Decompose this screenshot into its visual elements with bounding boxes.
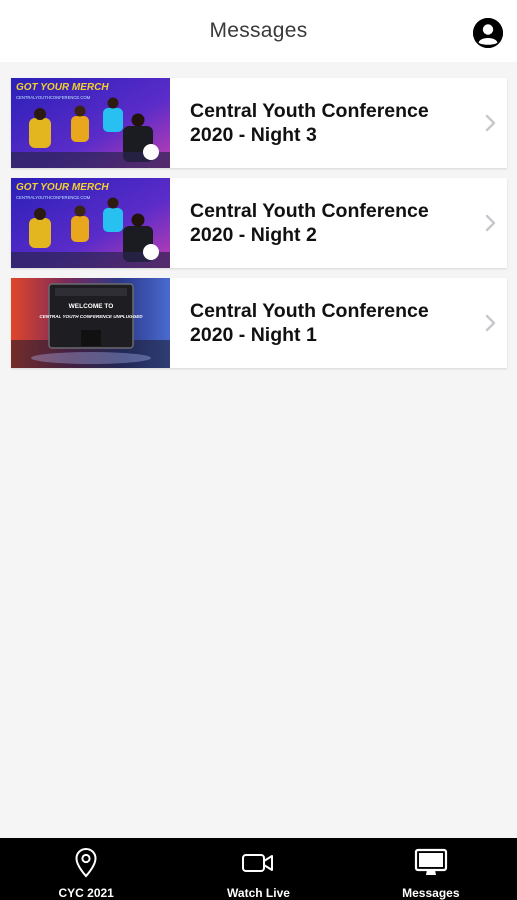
top-bar: Messages <box>0 0 517 62</box>
tab-cyc-2021[interactable]: CYC 2021 <box>0 838 172 900</box>
message-title-line2: 2020 - Night 2 <box>190 224 317 246</box>
message-item-night-3[interactable]: GOT YOUR MERCH CENTRALYOUTHCONFERENCE.CO… <box>11 78 507 168</box>
message-item-night-2[interactable]: GOT YOUR MERCH CENTRALYOUTHCONFERENCE.CO… <box>11 178 507 268</box>
bottom-tab-bar: CYC 2021 Watch Live Messages <box>0 838 517 900</box>
thumb-welcome-sub: CENTRAL YOUTH CONFERENCE UNPLUGGED <box>39 314 143 319</box>
tab-messages[interactable]: Messages <box>345 838 517 900</box>
message-item-night-1[interactable]: WELCOME TO CENTRAL YOUTH CONFERENCE UNPL… <box>11 278 507 368</box>
chevron-right-icon <box>475 314 507 332</box>
user-circle-icon <box>473 18 503 48</box>
message-title: Central Youth Conference 2020 - Night 1 <box>170 299 475 347</box>
chevron-right-icon <box>475 114 507 132</box>
monitor-icon <box>414 848 447 875</box>
message-title: Central Youth Conference 2020 - Night 3 <box>170 99 475 147</box>
message-title-line1: Central Youth Conference <box>190 300 429 322</box>
tab-watch-live[interactable]: Watch Live <box>172 838 344 900</box>
map-pin-icon <box>75 847 97 878</box>
message-title-line1: Central Youth Conference <box>190 100 429 122</box>
thumb-promo-text: GOT YOUR MERCH <box>16 182 109 193</box>
message-thumbnail: WELCOME TO CENTRAL YOUTH CONFERENCE UNPL… <box>11 278 170 368</box>
message-list: GOT YOUR MERCH CENTRALYOUTHCONFERENCE.CO… <box>11 78 507 378</box>
message-thumbnail: GOT YOUR MERCH CENTRALYOUTHCONFERENCE.CO… <box>11 178 170 268</box>
message-title-line1: Central Youth Conference <box>190 200 429 222</box>
message-thumbnail: GOT YOUR MERCH CENTRALYOUTHCONFERENCE.CO… <box>11 78 170 168</box>
message-title: Central Youth Conference 2020 - Night 2 <box>170 199 475 247</box>
tab-label: CYC 2021 <box>58 886 114 900</box>
thumb-promo-sub: CENTRALYOUTHCONFERENCE.COM <box>16 195 91 200</box>
page-title: Messages <box>209 19 308 42</box>
chevron-right-icon <box>475 214 507 232</box>
thumb-welcome-text: WELCOME TO <box>69 303 114 310</box>
thumb-promo-text: GOT YOUR MERCH <box>16 82 109 93</box>
video-camera-icon <box>242 854 274 872</box>
tab-label: Watch Live <box>227 886 290 900</box>
message-title-line2: 2020 - Night 3 <box>190 124 317 146</box>
thumb-promo-sub: CENTRALYOUTHCONFERENCE.COM <box>16 95 91 100</box>
tab-label: Messages <box>402 886 460 900</box>
profile-button[interactable] <box>473 18 503 48</box>
message-title-line2: 2020 - Night 1 <box>190 324 317 346</box>
